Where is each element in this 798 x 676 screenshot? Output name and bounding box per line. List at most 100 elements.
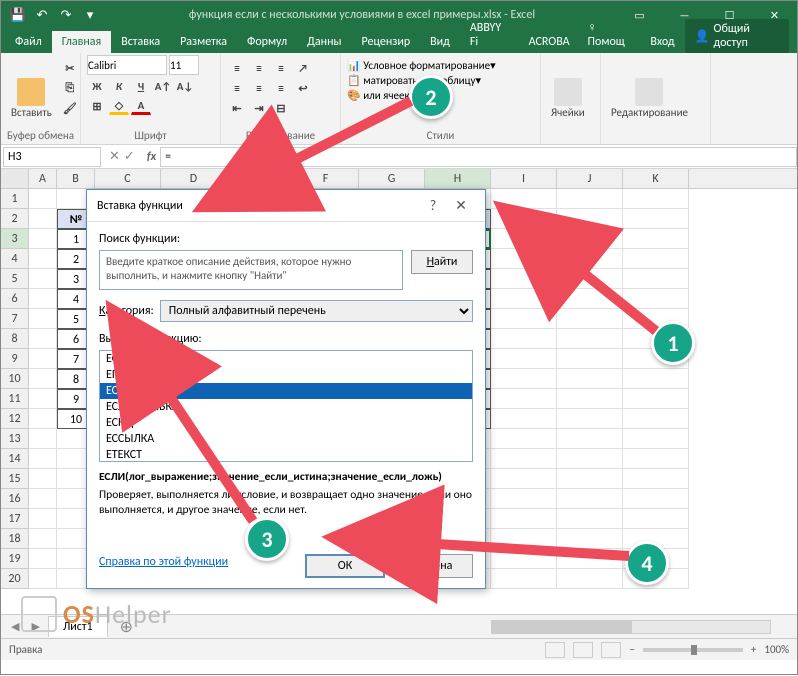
cell-I18[interactable] bbox=[491, 529, 557, 549]
qat-dropdown-icon[interactable]: ▾ bbox=[79, 4, 101, 26]
cell-K13[interactable] bbox=[623, 429, 689, 449]
cell-K3[interactable] bbox=[623, 229, 689, 249]
col-header-G[interactable]: G bbox=[359, 169, 425, 188]
cell-I20[interactable] bbox=[491, 569, 557, 589]
cell-I11[interactable] bbox=[491, 389, 557, 409]
cell-A7[interactable] bbox=[29, 309, 57, 329]
cell-K11[interactable] bbox=[623, 389, 689, 409]
row-header-11[interactable]: 11 bbox=[1, 389, 29, 409]
cell-K10[interactable] bbox=[623, 369, 689, 389]
cell-I4[interactable] bbox=[491, 249, 557, 269]
ok-button[interactable]: ОК bbox=[305, 554, 385, 578]
tab-login[interactable]: Вход bbox=[640, 31, 684, 53]
row-header-3[interactable]: 3 bbox=[1, 229, 29, 249]
enter-formula-icon[interactable]: ✓ bbox=[124, 149, 135, 164]
cell-I13[interactable] bbox=[491, 429, 557, 449]
zoom-in-icon[interactable]: + bbox=[751, 643, 756, 656]
align-bot-icon[interactable]: ≡ bbox=[271, 59, 291, 77]
function-item[interactable]: ЕСЛИ bbox=[100, 383, 472, 399]
function-item[interactable]: ЕОШИБКА bbox=[100, 351, 472, 367]
row-header-14[interactable]: 14 bbox=[1, 449, 29, 469]
formula-bar[interactable]: = bbox=[160, 147, 797, 167]
undo-icon[interactable]: ↶ bbox=[31, 4, 53, 26]
cell-I8[interactable] bbox=[491, 329, 557, 349]
format-painter-icon[interactable]: 🖌 bbox=[60, 99, 80, 117]
cell-A4[interactable] bbox=[29, 249, 57, 269]
align-center-icon[interactable]: ≡ bbox=[249, 79, 269, 97]
cell-K17[interactable] bbox=[623, 509, 689, 529]
tab-home[interactable]: Главная bbox=[52, 31, 111, 53]
fx-icon[interactable]: fx bbox=[143, 150, 160, 164]
col-header-E[interactable]: E bbox=[227, 169, 293, 188]
cell-A20[interactable] bbox=[29, 569, 57, 589]
function-item[interactable]: ЕТЕКСТ bbox=[100, 447, 472, 462]
cell-J20[interactable] bbox=[557, 569, 623, 589]
zoom-level[interactable]: 100% bbox=[764, 643, 789, 656]
row-header-7[interactable]: 7 bbox=[1, 309, 29, 329]
cell-K1[interactable] bbox=[623, 189, 689, 209]
cell-J8[interactable] bbox=[557, 329, 623, 349]
col-header-H[interactable]: H bbox=[425, 169, 491, 188]
cell-A16[interactable] bbox=[29, 489, 57, 509]
cell-A19[interactable] bbox=[29, 549, 57, 569]
cell-J9[interactable] bbox=[557, 349, 623, 369]
cell-A10[interactable] bbox=[29, 369, 57, 389]
cell-J7[interactable] bbox=[557, 309, 623, 329]
cell-I2[interactable] bbox=[491, 209, 557, 229]
cell-I9[interactable] bbox=[491, 349, 557, 369]
row-header-19[interactable]: 19 bbox=[1, 549, 29, 569]
col-header-A[interactable]: A bbox=[29, 169, 57, 188]
cell-I1[interactable] bbox=[491, 189, 557, 209]
cell-J2[interactable] bbox=[557, 209, 623, 229]
cell-J12[interactable] bbox=[557, 409, 623, 429]
row-header-2[interactable]: 2 bbox=[1, 209, 29, 229]
cell-K6[interactable] bbox=[623, 289, 689, 309]
select-all-corner[interactable] bbox=[1, 169, 29, 188]
col-header-D[interactable]: D bbox=[161, 169, 227, 188]
dialog-close-icon[interactable]: ✕ bbox=[447, 197, 475, 214]
cell-A17[interactable] bbox=[29, 509, 57, 529]
cell-A11[interactable] bbox=[29, 389, 57, 409]
cancel-button[interactable]: Отмена bbox=[393, 554, 473, 578]
view-normal-icon[interactable] bbox=[545, 642, 565, 658]
cell-A13[interactable] bbox=[29, 429, 57, 449]
cell-A2[interactable] bbox=[29, 209, 57, 229]
col-header-B[interactable]: B bbox=[57, 169, 95, 188]
cell-K15[interactable] bbox=[623, 469, 689, 489]
cell-A9[interactable] bbox=[29, 349, 57, 369]
col-header-I[interactable]: I bbox=[491, 169, 557, 188]
cell-I6[interactable] bbox=[491, 289, 557, 309]
cell-A18[interactable] bbox=[29, 529, 57, 549]
cell-J10[interactable] bbox=[557, 369, 623, 389]
save-icon[interactable]: 💾 bbox=[7, 4, 29, 26]
redo-icon[interactable]: ↷ bbox=[55, 4, 77, 26]
row-header-8[interactable]: 8 bbox=[1, 329, 29, 349]
row-header-10[interactable]: 10 bbox=[1, 369, 29, 389]
italic-button[interactable]: К bbox=[109, 77, 129, 95]
category-select[interactable]: Полный алфавитный перечень bbox=[160, 300, 473, 322]
name-box[interactable]: H3 bbox=[3, 147, 101, 167]
tab-data[interactable]: Данны bbox=[297, 31, 351, 53]
shrink-font-icon[interactable]: A↓ bbox=[175, 77, 195, 95]
cut-icon[interactable]: ✂ bbox=[60, 59, 80, 77]
function-item[interactable]: ЕСНД bbox=[100, 415, 472, 431]
dialog-help-icon[interactable]: ? bbox=[419, 197, 447, 214]
function-item[interactable]: ЕПУСТО bbox=[100, 367, 472, 383]
row-header-5[interactable]: 5 bbox=[1, 269, 29, 289]
col-header-J[interactable]: J bbox=[557, 169, 623, 188]
cell-J19[interactable] bbox=[557, 549, 623, 569]
editing-button[interactable]: Редактирование bbox=[607, 55, 692, 142]
dialog-titlebar[interactable]: Вставка функции ? ✕ bbox=[87, 190, 485, 222]
align-top-icon[interactable]: ≡ bbox=[227, 59, 247, 77]
cell-J6[interactable] bbox=[557, 289, 623, 309]
zoom-out-icon[interactable]: − bbox=[629, 643, 634, 656]
cell-J11[interactable] bbox=[557, 389, 623, 409]
align-right-icon[interactable]: ≡ bbox=[271, 79, 291, 97]
tab-review[interactable]: Рецензир bbox=[351, 31, 420, 53]
help-link[interactable]: Справка по этой функции bbox=[99, 555, 228, 569]
bold-button[interactable]: Ж bbox=[87, 77, 107, 95]
row-header-15[interactable]: 15 bbox=[1, 469, 29, 489]
row-header-20[interactable]: 20 bbox=[1, 569, 29, 589]
cell-I12[interactable] bbox=[491, 409, 557, 429]
share-button[interactable]: 👤 Общий доступ bbox=[685, 19, 789, 53]
